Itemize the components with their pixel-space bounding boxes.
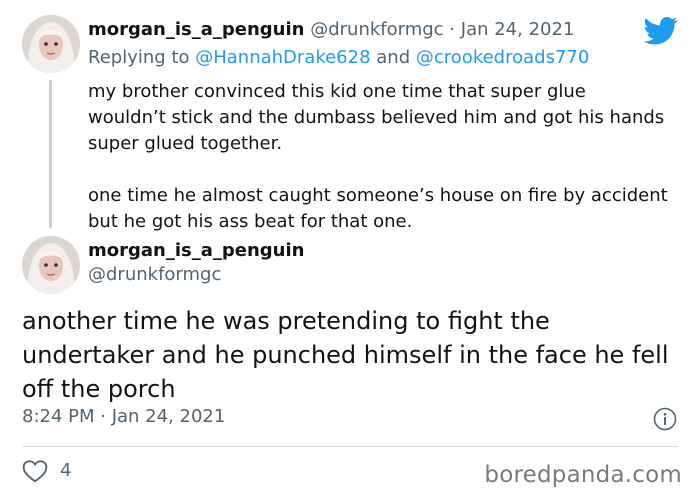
tweet1-date[interactable]: Jan 24, 2021 — [461, 19, 575, 40]
watermark: boredpanda.com — [484, 462, 682, 488]
tweet1-display-name[interactable]: morgan_is_a_penguin — [88, 19, 304, 40]
divider — [22, 446, 678, 447]
tweet1-header: morgan_is_a_penguin @drunkformgc · Jan 2… — [88, 19, 574, 40]
tweet2-display-name[interactable]: morgan_is_a_penguin — [88, 240, 304, 261]
reply-mention-1[interactable]: @HannahDrake628 — [195, 47, 370, 68]
info-icon[interactable] — [653, 407, 677, 431]
tweet1-separator: · — [449, 19, 456, 40]
avatar[interactable] — [22, 236, 80, 294]
avatar[interactable] — [22, 15, 80, 73]
reply-mention-2[interactable]: @crookedroads770 — [416, 47, 589, 68]
avatar-image — [22, 236, 80, 294]
tweet2-timestamp[interactable]: 8:24 PM · Jan 24, 2021 — [22, 406, 225, 427]
tweet1-body: my brother convinced this kid one time t… — [88, 79, 668, 235]
reply-conjunction: and — [376, 47, 411, 68]
twitter-bird-icon — [644, 17, 678, 45]
tweet2-handle[interactable]: @drunkformgc — [88, 264, 221, 285]
like-count: 4 — [60, 460, 72, 481]
tweet1-paragraph: one time he almost caught someone’s hous… — [88, 185, 668, 232]
reply-context: Replying to @HannahDrake628 and @crooked… — [88, 47, 589, 68]
thread-line — [49, 80, 52, 228]
reply-prefix: Replying to — [88, 47, 190, 68]
tweet1-handle[interactable]: @drunkformgc — [310, 19, 443, 40]
tweet1-paragraph: my brother convinced this kid one time t… — [88, 81, 665, 154]
avatar-image — [22, 15, 80, 73]
tweet2-text: another time he was pretending to fight … — [22, 307, 669, 403]
heart-icon[interactable] — [22, 459, 48, 483]
